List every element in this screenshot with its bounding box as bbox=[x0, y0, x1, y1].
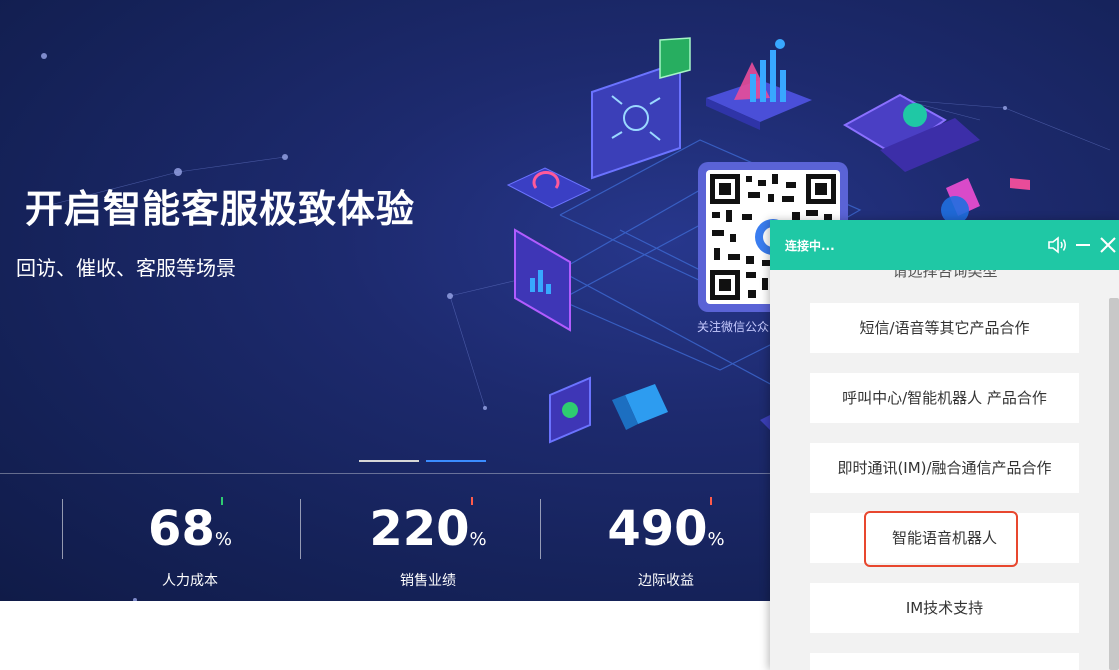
speaker-icon[interactable] bbox=[1046, 234, 1068, 256]
slider-dot-2[interactable] bbox=[426, 460, 486, 462]
stat-value: 490 bbox=[607, 501, 708, 557]
option-call-center[interactable]: 呼叫中心/智能机器人 产品合作 bbox=[810, 373, 1079, 423]
stat-value: 220 bbox=[369, 501, 470, 557]
stat-separator bbox=[300, 499, 301, 559]
stat-label: 人力成本 bbox=[162, 573, 218, 589]
qr-caption: 关注微信公众 bbox=[697, 320, 770, 334]
consult-type-prompt: 请选择咨询类型 bbox=[892, 270, 998, 280]
hero-title: 开启智能客服极致体验 bbox=[25, 187, 416, 231]
stat-marginal-revenue: 490% 边际收益 bbox=[566, 497, 766, 590]
stat-marker bbox=[710, 497, 712, 505]
option-im-support[interactable]: IM技术支持 bbox=[810, 583, 1079, 633]
stat-separator bbox=[540, 499, 541, 559]
stat-labor-cost: 68% 人力成本 bbox=[90, 497, 290, 590]
stat-unit: % bbox=[469, 529, 487, 550]
slider-dot-1[interactable] bbox=[359, 460, 419, 462]
stat-marker bbox=[221, 497, 223, 505]
hero-subtitle: 回访、催收、客服等场景 bbox=[16, 256, 236, 280]
chat-widget: 连接中... 请选择咨询类型 短信/语音等其它产品合作 呼叫中心/智能机器人 产… bbox=[770, 220, 1119, 670]
stat-value: 68 bbox=[148, 501, 215, 557]
stat-unit: % bbox=[214, 529, 232, 550]
chat-scrollbar[interactable] bbox=[1109, 298, 1119, 670]
stat-unit: % bbox=[707, 529, 725, 550]
stat-label: 边际收益 bbox=[638, 573, 694, 589]
option-im-cooperation[interactable]: 即时通讯(IM)/融合通信产品合作 bbox=[810, 443, 1079, 493]
selection-highlight bbox=[864, 511, 1018, 567]
chat-body: 请选择咨询类型 短信/语音等其它产品合作 呼叫中心/智能机器人 产品合作 即时通… bbox=[770, 270, 1109, 670]
option-partial[interactable] bbox=[810, 653, 1079, 670]
close-icon[interactable] bbox=[1097, 234, 1119, 256]
stat-marker bbox=[471, 497, 473, 505]
chat-header: 连接中... bbox=[770, 220, 1119, 270]
stat-sales: 220% 销售业绩 bbox=[328, 497, 528, 590]
stat-separator bbox=[62, 499, 63, 559]
stat-label: 销售业绩 bbox=[400, 573, 456, 589]
connection-status: 连接中... bbox=[785, 239, 835, 253]
minimize-icon[interactable] bbox=[1072, 234, 1094, 256]
option-sms-voice[interactable]: 短信/语音等其它产品合作 bbox=[810, 303, 1079, 353]
